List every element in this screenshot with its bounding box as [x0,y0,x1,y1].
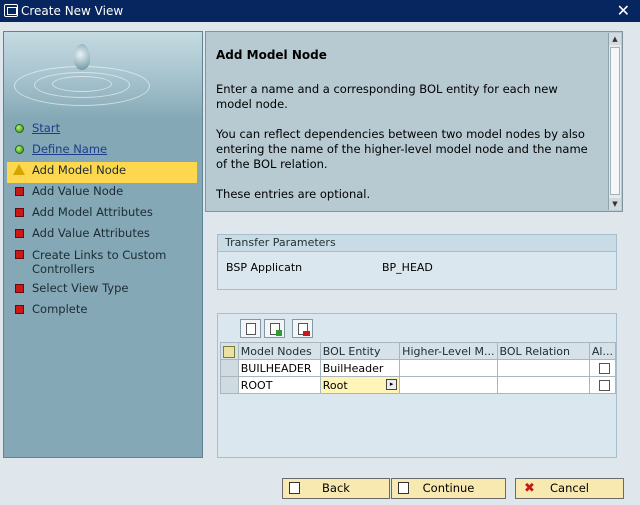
transfer-parameters: Transfer Parameters BSP Applicatn BP_HEA… [217,234,617,290]
model-node-cell[interactable]: BUILHEADER [237,359,321,377]
pending-icon [15,187,24,196]
pending-icon [15,250,24,259]
higher-level-cell[interactable] [399,376,498,394]
cancel-button[interactable]: ✖ Cancel [515,478,624,499]
bol-entity-value: Root [322,378,348,392]
scroll-down-icon[interactable]: ▼ [609,198,621,210]
column-header[interactable]: Higher-Level M... [399,342,498,360]
info-panel: Add Model Node Enter a name and a corres… [205,31,623,212]
column-header[interactable]: Al... [588,342,617,360]
bol-relation-cell[interactable] [496,376,590,394]
step-select-view-type: Select View Type [7,280,197,301]
delete-row-icon [298,323,310,336]
title-bar: Create New View ✕ [0,0,640,22]
row-selector[interactable] [220,376,239,394]
new-page-icon [246,323,256,335]
bol-relation-cell[interactable] [496,359,590,377]
steps-list: Start Define Name Add Model Node Add Val… [7,120,197,322]
warning-icon [13,164,25,175]
column-header[interactable]: BOL Entity [319,342,401,360]
select-all-cell[interactable] [220,342,239,360]
info-paragraph: Enter a name and a corresponding BOL ent… [216,82,558,111]
step-start[interactable]: Start [7,120,197,141]
back-button[interactable]: Back [282,478,390,499]
select-all-icon [223,345,235,358]
water-drop-image [4,32,202,118]
info-text: Enter a name and a corresponding BOL ent… [216,82,596,217]
window-title: Create New View [21,4,124,18]
wizard-steps-panel: Start Define Name Add Model Node Add Val… [3,31,203,458]
insert-row-icon [270,323,282,336]
scroll-thumb[interactable] [610,47,620,195]
model-nodes-table: Model Nodes BOL Entity Higher-Level M...… [220,342,617,394]
step-create-links: Create Links to Custom Controllers [7,246,197,280]
info-title: Add Model Node [216,48,327,62]
step-add-model-node: Add Model Node [7,162,197,183]
table-row: BUILHEADER BuilHeader [220,359,617,377]
column-header[interactable]: BOL Relation [496,342,590,360]
higher-level-cell[interactable] [399,359,498,377]
step-define-name[interactable]: Define Name [7,141,197,162]
column-header[interactable]: Model Nodes [237,342,321,360]
al-cell[interactable] [588,359,617,377]
transfer-title: Transfer Parameters [218,235,616,252]
pending-icon [15,305,24,314]
row-selector[interactable] [220,359,239,377]
step-add-value-node: Add Value Node [7,183,197,204]
pending-icon [15,284,24,293]
insert-row-button[interactable] [264,319,285,338]
table-header: Model Nodes BOL Entity Higher-Level M...… [220,342,617,360]
close-icon[interactable]: ✕ [617,1,630,20]
step-add-model-attributes: Add Model Attributes [7,204,197,225]
model-nodes-table-area: Model Nodes BOL Entity Higher-Level M...… [217,313,617,458]
info-paragraph: You can reflect dependencies between two… [216,127,588,171]
step-complete: Complete [7,301,197,322]
bol-entity-cell[interactable]: Root ▸ [319,376,401,394]
scroll-up-icon[interactable]: ▲ [609,33,621,45]
transfer-value: BP_HEAD [382,261,433,274]
new-row-button[interactable] [240,319,261,338]
info-scrollbar[interactable]: ▲ ▼ [608,33,621,210]
pending-icon [15,208,24,217]
value-help-icon[interactable]: ▸ [386,379,398,390]
done-icon [15,124,24,133]
row-checkbox[interactable] [598,363,610,374]
pending-icon [15,229,24,238]
continue-button[interactable]: Continue [391,478,506,499]
table-row: ROOT Root ▸ [220,376,617,394]
bol-entity-cell[interactable]: BuilHeader [319,359,401,377]
info-paragraph: These entries are optional. [216,187,371,201]
model-node-cell[interactable]: ROOT [237,376,321,394]
al-cell[interactable] [588,376,617,394]
delete-row-button[interactable] [292,319,313,338]
window-icon [4,4,18,17]
step-add-value-attributes: Add Value Attributes [7,225,197,246]
row-checkbox[interactable] [598,380,610,391]
done-icon [15,145,24,154]
transfer-key: BSP Applicatn [226,261,303,274]
